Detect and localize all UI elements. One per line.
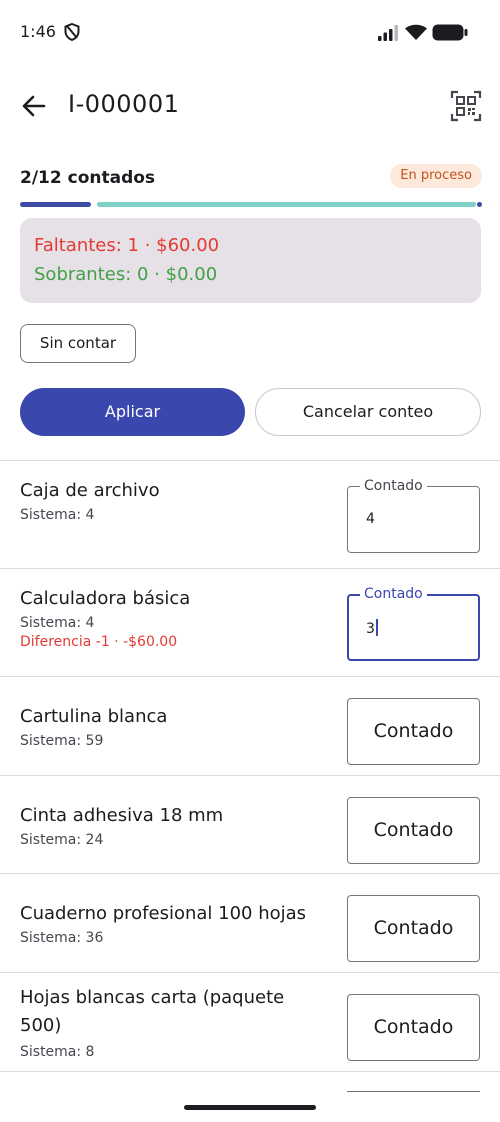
progress-header: 2/12 contados En proceso [20, 164, 482, 194]
count-input-label: Contado [360, 478, 427, 494]
status-time: 1:46 [20, 22, 56, 41]
item-name: Caja de archivo [20, 480, 160, 501]
item-system-count: Sistema: 24 [20, 832, 104, 848]
count-input-label: Contado [360, 586, 427, 602]
count-input[interactable]: Contado 3 [347, 586, 480, 661]
item-system-count: Sistema: 8 [20, 1044, 95, 1060]
shield-icon [64, 23, 80, 41]
item-name: Cuaderno profesional 100 hojas [20, 903, 307, 924]
summary-card: Faltantes: 1 · $60.00 Sobrantes: 0 · $0.… [20, 218, 481, 303]
page-title: I-000001 [68, 90, 180, 118]
count-input[interactable]: Contado 4 [347, 478, 480, 553]
list-divider [0, 775, 500, 776]
item-system-count: Sistema: 36 [20, 930, 104, 946]
item-name: Cinta adhesiva 18 mm [20, 805, 224, 826]
apply-button[interactable]: Aplicar [20, 388, 245, 436]
cancel-count-button[interactable]: Cancelar conteo [255, 388, 481, 436]
count-input[interactable]: Contado [347, 994, 480, 1061]
home-indicator[interactable] [184, 1105, 316, 1110]
item-name: Cartulina blanca [20, 706, 168, 727]
progress-count-text: 2/12 contados [20, 168, 156, 188]
count-input[interactable]: Contado [347, 895, 480, 962]
count-input[interactable]: Contado [347, 797, 480, 864]
count-input[interactable]: Contado [347, 698, 480, 765]
list-divider [0, 972, 500, 973]
progress-bar-end-dot [477, 202, 482, 207]
cell-signal-icon [378, 25, 398, 41]
count-input-placeholder: Contado [373, 917, 454, 939]
item-difference: Diferencia -1 · -$60.00 [20, 634, 178, 650]
item-name: Calculadora básica [20, 588, 191, 609]
progress-bar [20, 202, 482, 207]
item-system-count: Sistema: 59 [20, 733, 104, 749]
count-input-placeholder: Contado [373, 819, 454, 841]
list-divider [0, 873, 500, 874]
progress-bar-fill [20, 202, 91, 207]
count-input-value: 3 [366, 619, 378, 637]
wifi-icon [405, 24, 427, 40]
arrow-back-icon[interactable] [16, 88, 52, 124]
missing-summary: Faltantes: 1 · $60.00 [34, 235, 220, 256]
app-bar: I-000001 [0, 70, 500, 140]
status-bar: 1:46 [0, 0, 500, 64]
item-name: Hojas blancas carta (paquete 500) [20, 987, 285, 1036]
progress-bar-remaining [97, 202, 476, 207]
next-count-input-edge [347, 1091, 480, 1092]
status-badge: En proceso [390, 164, 482, 188]
list-divider [0, 676, 500, 677]
text-caret [375, 619, 378, 636]
list-divider [0, 568, 500, 569]
count-input-placeholder: Contado [373, 1016, 454, 1038]
count-input-value: 4 [366, 511, 375, 527]
qr-scan-icon[interactable] [450, 90, 482, 122]
list-divider [0, 1071, 500, 1072]
battery-icon [432, 24, 468, 41]
list-divider [0, 460, 500, 461]
count-input-placeholder: Contado [373, 720, 454, 742]
item-system-count: Sistema: 4 [20, 507, 95, 523]
filter-uncounted-chip[interactable]: Sin contar [20, 324, 136, 363]
extra-summary: Sobrantes: 0 · $0.00 [34, 264, 218, 285]
item-system-count: Sistema: 4 [20, 615, 95, 631]
